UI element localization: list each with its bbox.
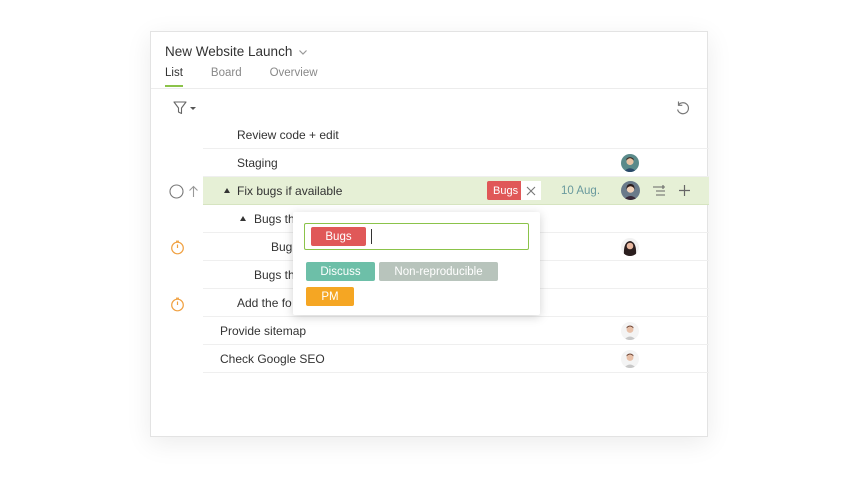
task-title: Staging [237,155,278,170]
project-panel: New Website Launch List Board Overview R… [150,31,709,437]
tab-overview[interactable]: Overview [270,67,318,87]
task-title: Bugs th [254,211,295,226]
task-title: Provide sitemap [220,323,307,338]
task-row[interactable]: Review code + edit [203,121,709,149]
tabs-divider [151,88,707,89]
avatar[interactable] [621,350,639,368]
tab-board[interactable]: Board [211,67,242,87]
avatar[interactable] [621,322,639,340]
plus-icon[interactable] [678,184,691,197]
task-row[interactable]: Staging [203,149,709,177]
collapse-caret-icon[interactable] [224,188,230,193]
tag-option-non-reproducible[interactable]: Non-reproducible [379,262,498,281]
tag-option-discuss[interactable]: Discuss [306,262,375,281]
project-title[interactable]: New Website Launch [165,44,308,59]
task-title: Review code + edit [237,127,339,142]
task-title: Check Google SEO [220,351,325,366]
due-date[interactable]: 10 Aug. [561,185,600,197]
view-tabs: List Board Overview [165,67,346,87]
complete-circle-icon[interactable] [169,184,184,199]
tab-list[interactable]: List [165,67,183,87]
avatar[interactable] [621,154,639,172]
filter-icon[interactable] [173,100,199,116]
task-row[interactable]: Check Google SEO [203,345,709,373]
avatar[interactable] [621,181,640,200]
task-row[interactable]: Provide sitemap [203,317,709,345]
collapse-caret-icon[interactable] [240,216,246,221]
subtask-icon[interactable] [652,184,666,198]
tag-picker-popup: Bugs Discuss Non-reproducible PM [293,212,540,315]
selected-tag-bugs[interactable]: Bugs [311,227,366,246]
task-row-active[interactable]: Fix bugs if available Bugs 10 Aug. [203,177,709,205]
chevron-down-icon [299,49,308,55]
task-title: Bugs th [254,267,295,282]
refresh-icon[interactable] [675,100,691,116]
task-title: Fix bugs if available [237,183,343,198]
text-cursor [371,229,372,244]
timer-icon[interactable] [170,297,185,312]
tag-search-input[interactable]: Bugs [304,223,529,250]
timer-icon[interactable] [170,240,185,255]
close-icon[interactable] [521,181,541,200]
project-title-text: New Website Launch [165,44,293,59]
arrow-up-icon[interactable] [188,185,199,198]
task-tag-bugs[interactable]: Bugs [487,181,525,200]
avatar[interactable] [621,238,639,256]
tag-option-pm[interactable]: PM [306,287,354,306]
task-title: Bug [271,239,293,254]
task-title: Add the fo [237,295,292,310]
